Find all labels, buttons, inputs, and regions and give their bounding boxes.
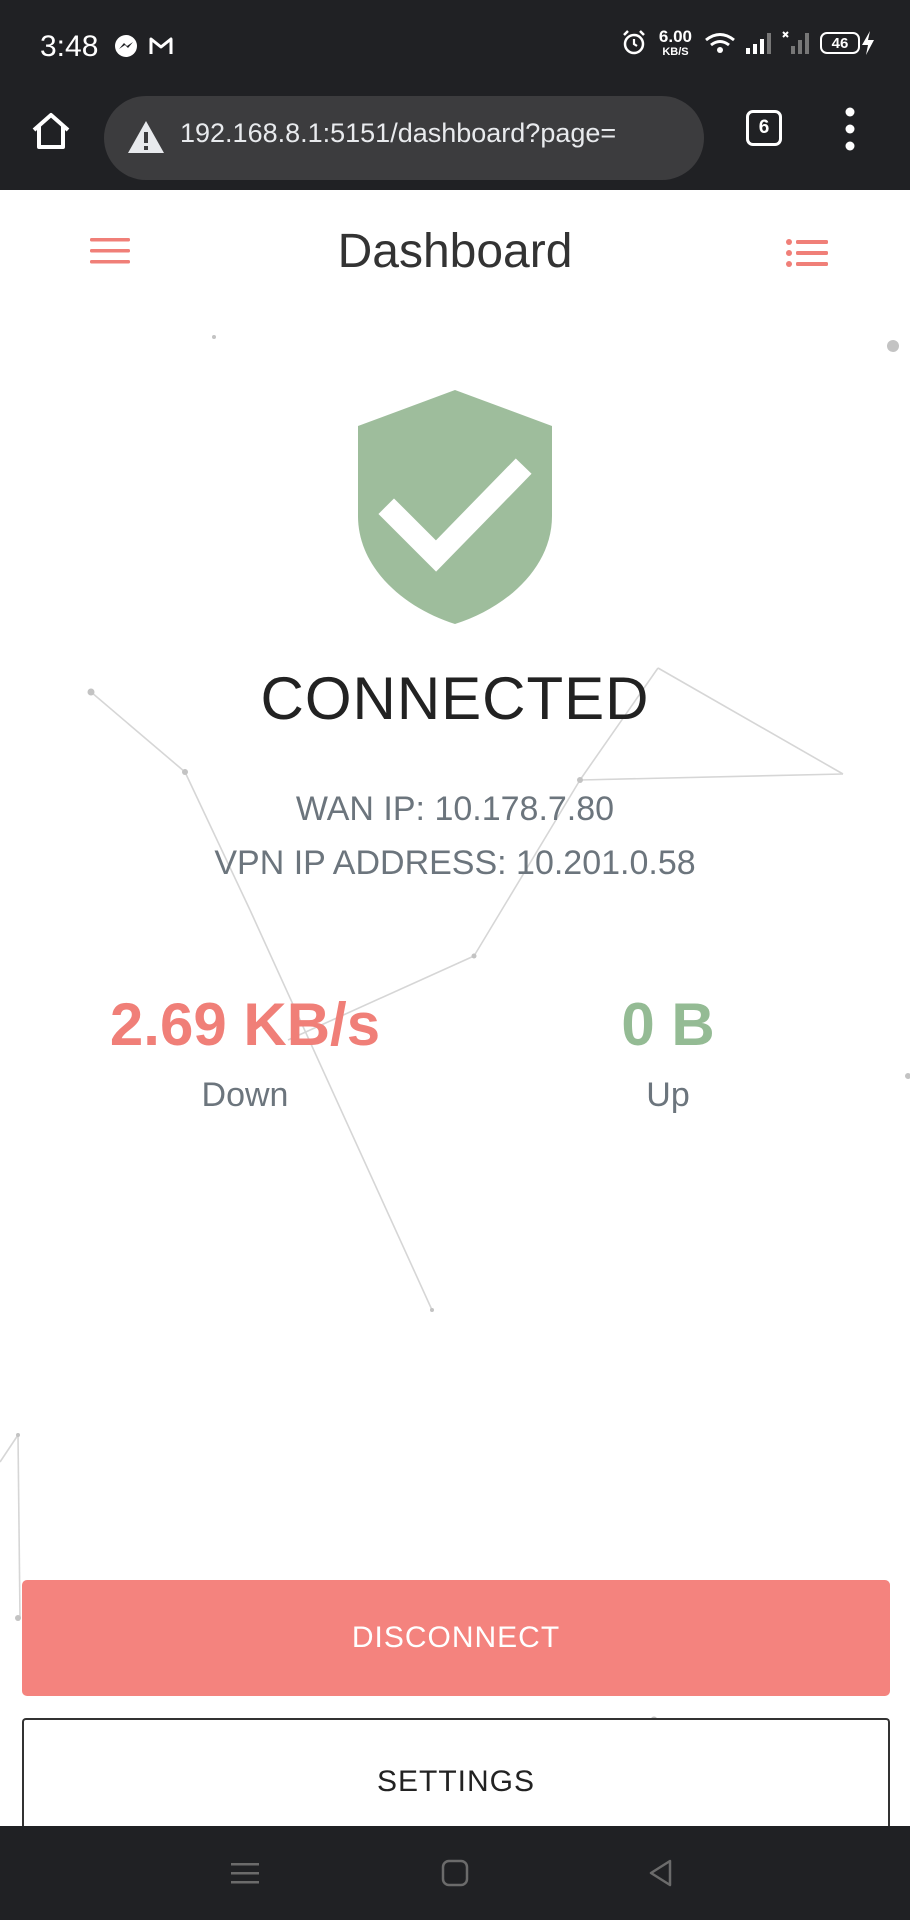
- app-header: Dashboard: [0, 190, 910, 300]
- network-speed-value: 6.00: [658, 27, 692, 46]
- gmail-icon: [149, 37, 173, 54]
- page-title: Dashboard: [337, 225, 573, 278]
- connection-status: CONNECTED: [260, 665, 650, 732]
- upload-label: Up: [646, 1076, 690, 1114]
- network-speed-indicator: 6.00 KB/S: [659, 28, 692, 58]
- wifi-icon: [705, 33, 735, 53]
- list-menu-icon[interactable]: [786, 238, 828, 268]
- alarm-icon: [623, 30, 645, 55]
- signal-no-service-icon: [782, 31, 809, 54]
- screen: 3:48 6.00 KB/S 46 192.168.8.1:5151/dashb…: [0, 0, 910, 1920]
- vpn-ip-address: VPN IP ADDRESS: 10.201.0.58: [214, 844, 696, 882]
- charging-icon: [862, 31, 874, 55]
- signal-strength-icon: [746, 33, 771, 54]
- address-bar[interactable]: 192.168.8.1:5151/dashboard?page=: [104, 96, 704, 180]
- messenger-icon: [115, 35, 137, 57]
- status-bar: 3:48 6.00 KB/S 46: [0, 0, 910, 96]
- tab-switcher-button[interactable]: 6: [746, 110, 782, 146]
- system-navigation-bar: [0, 1826, 910, 1920]
- notification-icons: [114, 34, 174, 58]
- wan-ip: WAN IP: 10.178.7.80: [295, 790, 615, 828]
- home-nav-icon[interactable]: [438, 1856, 472, 1890]
- home-icon[interactable]: [30, 110, 72, 152]
- status-time: 3:48: [40, 30, 99, 63]
- status-right-icons: 6.00 KB/S 46: [621, 28, 876, 58]
- warning-icon[interactable]: [126, 118, 166, 156]
- shield-check-icon: [358, 390, 552, 624]
- back-nav-icon[interactable]: [644, 1856, 678, 1890]
- download-speed-label: Down: [201, 1076, 289, 1114]
- disconnect-button[interactable]: DISCONNECT: [22, 1580, 890, 1696]
- browser-toolbar: 192.168.8.1:5151/dashboard?page= 6: [0, 96, 910, 190]
- network-speed-unit: KB/S: [662, 46, 689, 58]
- battery-indicator: 46: [820, 30, 876, 56]
- recent-apps-icon[interactable]: [228, 1856, 262, 1890]
- battery-level: 46: [820, 32, 860, 54]
- url-text[interactable]: 192.168.8.1:5151/dashboard?page=: [180, 118, 616, 149]
- upload-value: 0 B: [621, 991, 715, 1058]
- download-speed-value: 2.69 KB/s: [109, 991, 381, 1058]
- more-options-icon[interactable]: [842, 106, 858, 152]
